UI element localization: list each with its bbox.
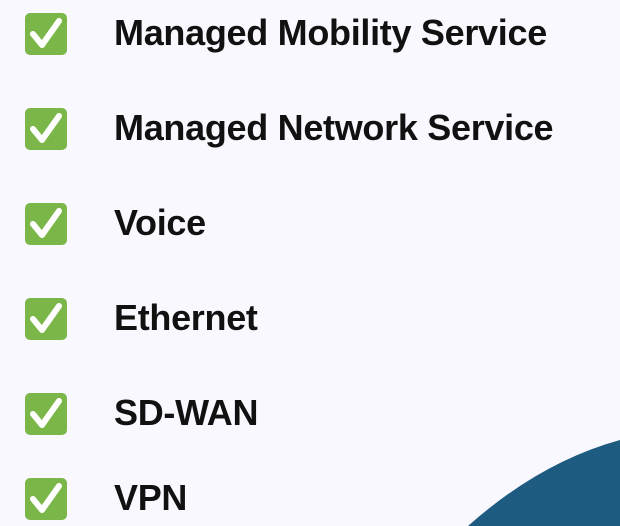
list-item: Voice xyxy=(0,194,620,250)
checkmark-icon xyxy=(25,13,67,55)
checkmark-icon xyxy=(25,393,67,435)
service-label: Ethernet xyxy=(114,297,258,338)
service-label: VPN xyxy=(114,477,188,518)
list-item: VPN xyxy=(0,469,620,525)
list-item: Managed Mobility Service xyxy=(0,4,620,60)
service-label: SD-WAN xyxy=(114,392,259,433)
checkmark-icon xyxy=(25,298,67,340)
list-item: Managed Network Service xyxy=(0,99,620,155)
checkmark-icon xyxy=(25,203,67,245)
list-item: SD-WAN xyxy=(0,384,620,440)
service-label: Managed Network Service xyxy=(114,107,554,148)
service-label: Voice xyxy=(114,202,206,243)
checkmark-icon xyxy=(25,478,67,520)
checkmark-icon xyxy=(25,108,67,150)
service-list: Managed Mobility Service Managed Network… xyxy=(0,0,620,526)
service-label: Managed Mobility Service xyxy=(114,12,547,53)
list-item: Ethernet xyxy=(0,289,620,345)
